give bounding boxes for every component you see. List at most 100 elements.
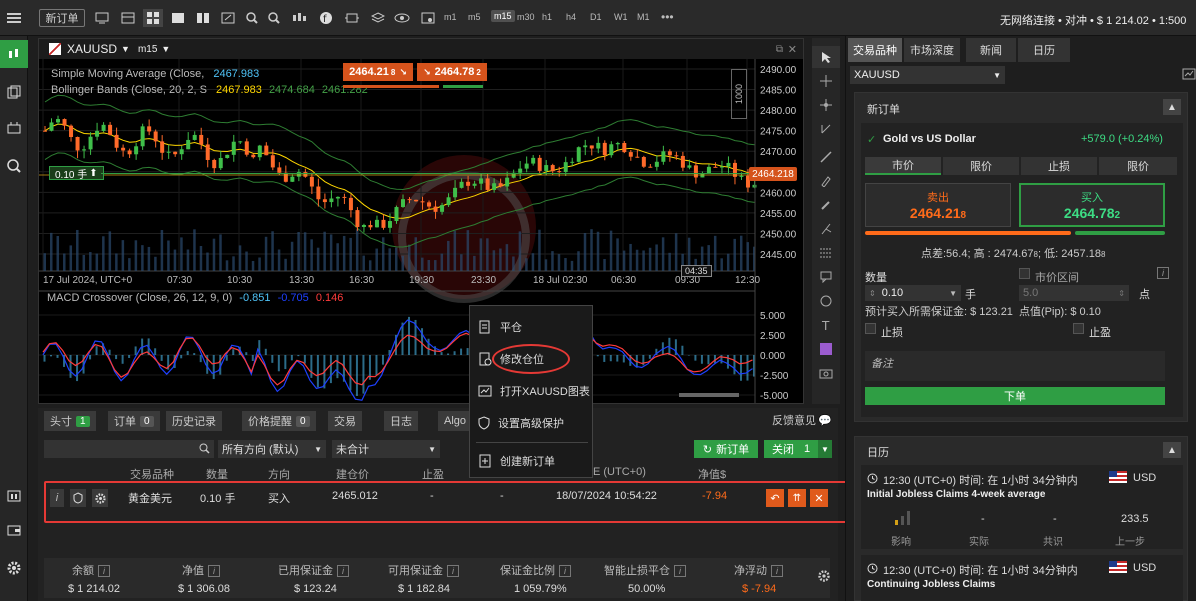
candles-icon[interactable] [289,9,309,27]
stop-loss-checkbox[interactable] [865,323,876,334]
wallet-icon[interactable] [0,516,28,544]
col-open-time[interactable]: E (UTC+0) [593,466,646,478]
tab-orders[interactable]: 订单 0 [108,411,160,431]
free-margin-info-icon[interactable]: i [447,565,459,577]
col-take-profit[interactable]: 止盈 [422,466,444,482]
order-type-market[interactable]: 市价 [865,157,941,175]
timeframe-mn1[interactable]: M1 [637,12,650,22]
tab-algo[interactable]: Algo [438,411,473,431]
calendar-event-1[interactable]: 12:30 (UTC+0) 时间: 在 1小时 34分钟内 Initial Jo… [861,465,1183,549]
tab-history[interactable]: 历史记录 [166,411,222,431]
note-field[interactable]: 备注 [865,351,1165,381]
market-range-checkbox[interactable] [1019,268,1030,279]
screen-icon[interactable] [92,9,112,27]
brush-tool-icon[interactable] [812,194,840,216]
tab-calendar[interactable]: 日历 [1018,38,1070,62]
total-filter[interactable]: 未合计 ▼ [332,440,440,458]
bottom-new-order-button[interactable]: ↻ 新订单 [694,440,758,458]
double-position-icon[interactable]: ⇈ [788,489,806,507]
tab-journal[interactable]: 日志 [384,411,418,431]
margin-level-info-icon[interactable]: i [559,565,571,577]
direction-filter[interactable]: 所有方向 (默认) ▼ [218,440,326,458]
pen-tool-icon[interactable] [812,170,840,192]
row-gear-icon[interactable] [92,489,108,507]
menu-create-order[interactable]: 创建新订单 [470,446,594,476]
chart-panel[interactable]: XAUUSD ▼ m15 ▼ ⧉ ✕ 2490.00 2485.00 2480.00… [38,38,804,404]
close-positions-button[interactable]: 关闭 1 ▼ [764,440,832,458]
symbol-select[interactable]: XAUUSD ▼ [850,66,1005,84]
text-tool-icon[interactable]: T [812,314,840,336]
more-timeframes-button[interactable]: ••• [661,10,674,24]
menu-open-chart[interactable]: 打开XAUUSD图表 [470,376,594,406]
cursor-icon[interactable] [812,46,840,68]
chart-scrollbar[interactable] [679,393,739,397]
menu-close-position[interactable]: 平仓 [470,312,594,342]
single-layout-icon[interactable] [168,9,188,27]
edit-chart-icon[interactable] [218,9,238,27]
chart-symbol[interactable]: XAUUSD [67,42,117,56]
chart-close-icon[interactable]: ✕ [788,43,797,56]
callout-icon[interactable] [812,266,840,288]
smart-stop-info-icon[interactable]: i [674,565,686,577]
row-info-icon[interactable]: i [50,489,64,507]
menu-icon[interactable] [4,9,24,27]
crosshair-icon[interactable] [812,70,840,92]
documents-icon[interactable] [0,78,28,106]
chart-popout-icon[interactable]: ⧉ [776,44,783,55]
balance-info-icon[interactable]: i [98,565,110,577]
order-type-stop[interactable]: 止损 [1021,157,1097,175]
timeframe-m15[interactable]: m15 [491,10,515,22]
eye-icon[interactable] [392,9,412,27]
qty-input[interactable]: ⇕ 0.10 ▼ [865,285,961,301]
tab-market-depth[interactable]: 市场深度 [904,38,960,62]
timeframe-dropdown-icon[interactable]: ▼ [161,44,170,54]
col-open-price[interactable]: 建仓价 [336,466,369,482]
symbol-dropdown-icon[interactable]: ▼ [121,44,130,54]
timeframe-w1[interactable]: W1 [614,12,628,22]
reverse-position-icon[interactable]: ↶ [766,489,784,507]
color-swatch-icon[interactable] [812,338,840,360]
calendar-event-2[interactable]: 12:30 (UTC+0) 时间: 在 1小时 34分钟内 Continuing… [861,555,1183,601]
chart-buy-button[interactable]: ↘ 2464.78 2 [417,63,487,81]
col-symbol[interactable]: 交易品种 [130,466,174,482]
order-type-stop-limit[interactable]: 限价 [1099,157,1177,175]
collapse-order-icon[interactable]: ▲ [1163,99,1181,115]
range-input[interactable]: 5.0 ⇕ [1019,285,1129,301]
timeframe-m30[interactable]: m30 [517,12,535,22]
tab-trades[interactable]: 交易 [328,411,362,431]
fork-tool-icon[interactable] [812,218,840,240]
chart-timeframe[interactable]: m15 [138,44,157,55]
line-tool-icon[interactable] [812,146,840,168]
split-layout-icon[interactable] [193,9,213,27]
chart-panel-icon[interactable] [1182,68,1196,80]
submit-order-button[interactable]: 下单 [865,387,1165,405]
new-order-button[interactable]: 新订单 [39,9,85,27]
fibonacci-icon[interactable] [812,242,840,264]
collapse-calendar-icon[interactable]: ▲ [1163,442,1181,458]
row-shield-icon[interactable] [70,489,86,507]
search-analysis-icon[interactable] [0,152,28,180]
tab-news[interactable]: 新闻 [966,38,1016,62]
layout-icon[interactable] [118,9,138,27]
feedback-link[interactable]: 反馈意见 💬 [772,412,832,428]
chart-settings-icon[interactable] [418,9,438,27]
zoom-in-icon[interactable] [243,9,261,27]
settings-gear-icon[interactable] [0,554,28,582]
cross-tool-icon[interactable] [812,94,840,116]
menu-advanced-protection[interactable]: 设置高级保护 [470,408,594,438]
indicators-icon[interactable]: f [316,9,336,27]
buy-button[interactable]: 买入 2464.782 [1019,183,1165,227]
take-profit-checkbox[interactable] [1073,323,1084,334]
timeframe-d1[interactable]: D1 [590,12,602,22]
floating-pnl-info-icon[interactable]: i [771,565,783,577]
robot-icon[interactable] [0,114,28,142]
tab-price-alerts[interactable]: 价格提醒 0 [242,411,316,431]
bank-icon[interactable] [0,482,28,510]
trading-icon[interactable] [0,40,28,68]
search-field[interactable] [44,440,214,458]
layers-icon[interactable] [368,9,388,27]
zoom-out-icon[interactable] [265,9,283,27]
close-position-icon[interactable]: ✕ [810,489,828,507]
col-net[interactable]: 净值$ [698,466,726,482]
timeframe-h1[interactable]: h1 [542,12,552,22]
